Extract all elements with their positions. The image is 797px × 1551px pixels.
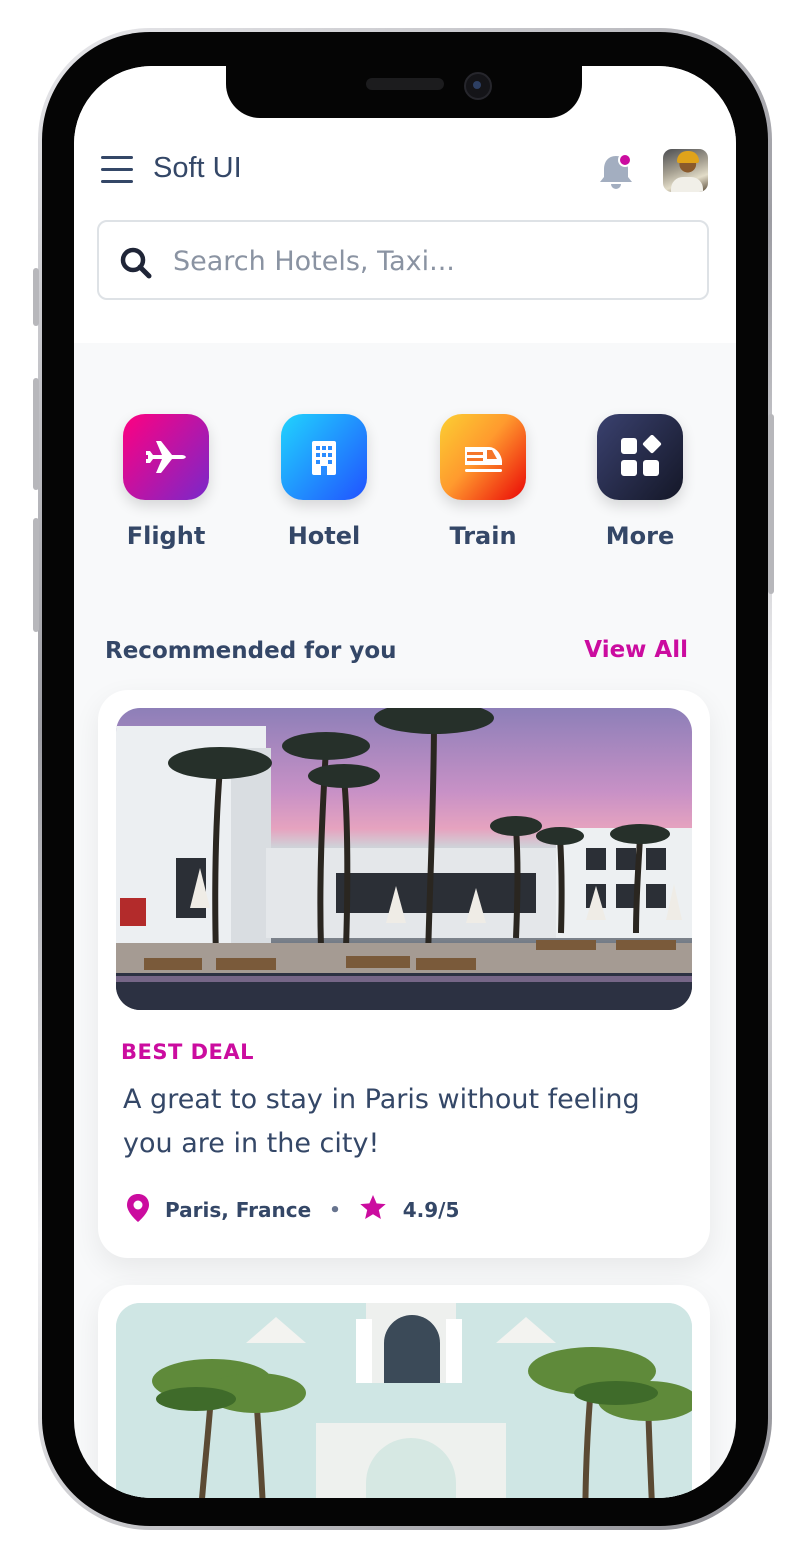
search-icon bbox=[119, 246, 153, 280]
apps-icon bbox=[597, 414, 683, 500]
airplane-icon bbox=[123, 414, 209, 500]
separator-dot: • bbox=[329, 1199, 341, 1221]
notification-bell-icon[interactable] bbox=[596, 152, 636, 192]
hamburger-menu-icon[interactable] bbox=[101, 154, 133, 186]
location-pin-icon bbox=[125, 1193, 151, 1228]
mute-switch bbox=[33, 268, 39, 326]
hotel-card[interactable]: BEST DEAL A great to stay in Paris witho… bbox=[98, 690, 710, 1258]
card-title: A great to stay in Paris without feeling… bbox=[123, 1084, 640, 1159]
user-avatar[interactable] bbox=[663, 149, 708, 192]
earpiece-speaker bbox=[366, 78, 444, 90]
card-location: Paris, France bbox=[165, 1198, 312, 1222]
app-screen: Soft UI Search Hotels, Taxi... Flight Ho… bbox=[74, 66, 736, 1498]
search-input[interactable] bbox=[171, 236, 695, 286]
category-label: Hotel bbox=[287, 522, 361, 550]
card-rating: 4.9/5 bbox=[402, 1198, 460, 1222]
category-label: More bbox=[605, 522, 675, 550]
view-all-link[interactable]: View All bbox=[584, 637, 688, 663]
hotel-photo bbox=[116, 1303, 692, 1498]
building-icon bbox=[281, 414, 367, 500]
section-title: Recommended for you bbox=[105, 638, 397, 664]
category-more[interactable]: More bbox=[580, 414, 700, 550]
volume-down-button bbox=[33, 518, 39, 632]
phone-notch bbox=[226, 58, 582, 118]
power-button bbox=[768, 414, 774, 594]
category-label: Train bbox=[449, 522, 517, 550]
hotel-card[interactable] bbox=[98, 1285, 710, 1498]
volume-up-button bbox=[33, 378, 39, 490]
category-flight[interactable]: Flight bbox=[106, 414, 226, 550]
category-hotel[interactable]: Hotel bbox=[264, 414, 384, 550]
category-label: Flight bbox=[126, 522, 206, 550]
front-camera bbox=[464, 72, 492, 100]
train-icon bbox=[440, 414, 526, 500]
search-bar[interactable] bbox=[97, 220, 709, 300]
category-train[interactable]: Train bbox=[423, 414, 543, 550]
hotel-photo bbox=[116, 708, 692, 1010]
card-meta: Paris, France • 4.9/5 bbox=[125, 1193, 460, 1228]
card-badge: BEST DEAL bbox=[121, 1040, 255, 1064]
star-icon bbox=[359, 1194, 387, 1226]
app-title: Soft UI bbox=[153, 152, 242, 184]
